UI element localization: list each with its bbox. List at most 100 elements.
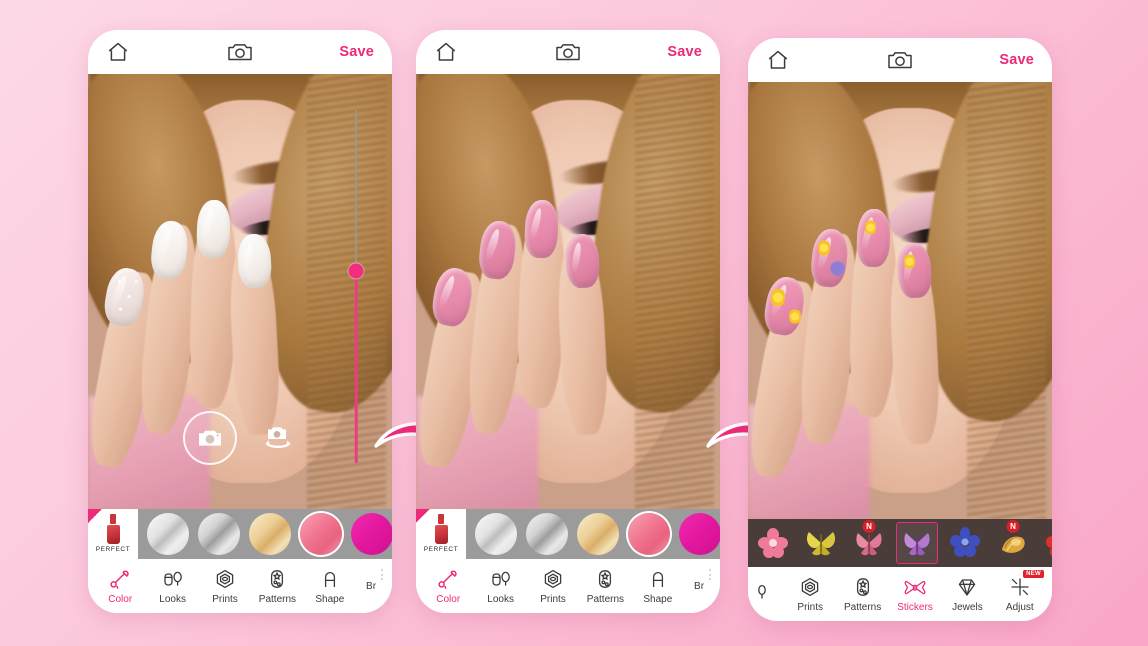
nail-4 (236, 233, 273, 290)
nav-label: Patterns (843, 601, 882, 613)
shutter-button[interactable] (183, 411, 237, 465)
nav-label: Color (108, 593, 133, 605)
phone-1-frame: Save PERFECT Color Looks Prints Patterns… (88, 30, 392, 613)
home-icon[interactable] (766, 48, 790, 72)
diamond-icon (956, 576, 978, 598)
nav-item-prints[interactable]: Prints (784, 576, 836, 613)
sticker-red-flower[interactable] (1040, 522, 1052, 564)
slider-track-upper (355, 110, 357, 273)
shape-icon (647, 568, 669, 590)
bow-icon (904, 576, 926, 598)
swatch-chrome-silver[interactable] (198, 513, 240, 555)
nav-item-looks-partial[interactable] (754, 581, 784, 607)
nail-3 (195, 199, 231, 259)
slider-knob[interactable] (348, 263, 364, 279)
nav-item-looks[interactable]: Looks (474, 568, 526, 605)
sticker-pink-blossom[interactable] (752, 522, 794, 564)
nav-item-brush-partial[interactable]: Br (684, 581, 714, 592)
phone-1-bottom-nav[interactable]: Color Looks Prints Patterns Shape Br (88, 559, 392, 613)
phone-2-photo-canvas[interactable] (416, 74, 720, 509)
nav-item-stickers[interactable]: Stickers (889, 576, 941, 613)
phone-1-photo-canvas[interactable] (88, 74, 392, 509)
nail-3 (523, 199, 559, 259)
patterns-icon (266, 568, 288, 590)
nail-4 (564, 233, 601, 290)
phone-3-topbar: Save (748, 38, 1052, 82)
nav-item-prints[interactable]: Prints (199, 568, 251, 605)
patterns-icon (852, 576, 874, 598)
nav-item-prints[interactable]: Prints (527, 568, 579, 605)
nav-item-shape[interactable]: Shape (632, 568, 684, 605)
patterns-icon (594, 568, 616, 590)
swatch-silver-white[interactable] (147, 513, 189, 555)
nail-brush-icon (437, 568, 459, 590)
nav-item-color[interactable]: Color (422, 568, 474, 605)
nav-item-shape[interactable]: Shape (304, 568, 356, 605)
camera-icon[interactable] (887, 48, 913, 72)
nav-item-patterns[interactable]: Patterns (836, 576, 888, 613)
brand-label: PERFECT (423, 546, 459, 553)
phone-3-bottom-nav[interactable]: Prints Patterns Stickers Jewels NEW Adju… (748, 567, 1052, 621)
brand-label: PERFECT (95, 546, 131, 553)
phone-2-bottom-nav[interactable]: Color Looks Prints Patterns Shape Br (416, 559, 720, 613)
camera-icon[interactable] (555, 40, 581, 64)
screenshot-stage: Save PERFECT Color Looks Prints Patterns… (0, 0, 1148, 646)
nav-item-brush-partial[interactable]: Br (356, 581, 386, 592)
brand-polish-tile[interactable]: PERFECT (416, 509, 466, 559)
nav-item-looks[interactable]: Looks (146, 568, 198, 605)
swatch-magenta[interactable] (679, 513, 720, 555)
swatch-magenta[interactable] (351, 513, 392, 555)
swatch-rose-pink[interactable] (300, 513, 342, 555)
swatch-rose-pink[interactable] (628, 513, 670, 555)
flip-camera-icon[interactable] (259, 421, 297, 455)
sticker-gold-shell[interactable]: N (992, 520, 1034, 564)
hand-with-nails (748, 178, 943, 519)
sticker-yellow-butterfly[interactable] (800, 522, 842, 564)
new-feature-badge: NEW (1023, 569, 1045, 578)
phone-3-sticker-strip[interactable]: N N (748, 519, 1052, 567)
brand-corner-flag (88, 509, 102, 523)
nail-4 (896, 242, 933, 299)
swatch-silver-white[interactable] (475, 513, 517, 555)
shape-icon (319, 568, 341, 590)
sticker-purple-butterfly[interactable] (896, 522, 938, 564)
phone-3-frame: Save N N Prints Patterns Stickers Jewels… (748, 38, 1052, 621)
prints-icon (799, 576, 821, 598)
nav-item-jewels[interactable]: Jewels (941, 576, 993, 613)
flower-sticker-on-nail-1b (788, 307, 801, 325)
nav-item-patterns[interactable]: Patterns (579, 568, 631, 605)
flower-sticker-on-nail-1 (771, 287, 785, 308)
phone-3-photo-canvas[interactable] (748, 82, 1052, 519)
home-icon[interactable] (106, 40, 130, 64)
swatch-champagne-gold[interactable] (249, 513, 291, 555)
sticker-blue-flower[interactable] (944, 522, 986, 564)
nav-label: Patterns (258, 593, 297, 605)
home-icon[interactable] (434, 40, 458, 64)
nav-label: Jewels (952, 601, 983, 613)
nav-item-patterns[interactable]: Patterns (251, 568, 303, 605)
phone-2-topbar: Save (416, 30, 720, 74)
save-button[interactable]: Save (339, 44, 374, 60)
save-button[interactable]: Save (667, 44, 702, 60)
nav-label: Br (366, 580, 377, 592)
nav-label: Looks (159, 593, 186, 605)
phone-1-color-swatches[interactable]: PERFECT (88, 509, 392, 559)
looks-icon (490, 568, 512, 590)
brand-polish-tile[interactable]: PERFECT (88, 509, 138, 559)
sticker-pink-butterfly[interactable]: N (848, 520, 890, 564)
nav-item-color[interactable]: Color (94, 568, 146, 605)
phone-2-frame: Save PERFECT Color Looks Prints Patterns… (416, 30, 720, 613)
nav-label: Stickers (897, 601, 933, 613)
swatch-champagne-gold[interactable] (577, 513, 619, 555)
phone-2-color-swatches[interactable]: PERFECT (416, 509, 720, 559)
looks-icon (758, 581, 780, 603)
camera-icon[interactable] (227, 40, 253, 64)
nail-brush-icon (109, 568, 131, 590)
nav-label: Prints (212, 593, 238, 605)
swatch-chrome-silver[interactable] (526, 513, 568, 555)
new-sticker-badge: N (862, 520, 876, 533)
brand-corner-flag (416, 509, 430, 523)
prints-icon (542, 568, 564, 590)
nav-item-adjust[interactable]: NEW Adjust (994, 569, 1046, 613)
save-button[interactable]: Save (999, 52, 1034, 68)
